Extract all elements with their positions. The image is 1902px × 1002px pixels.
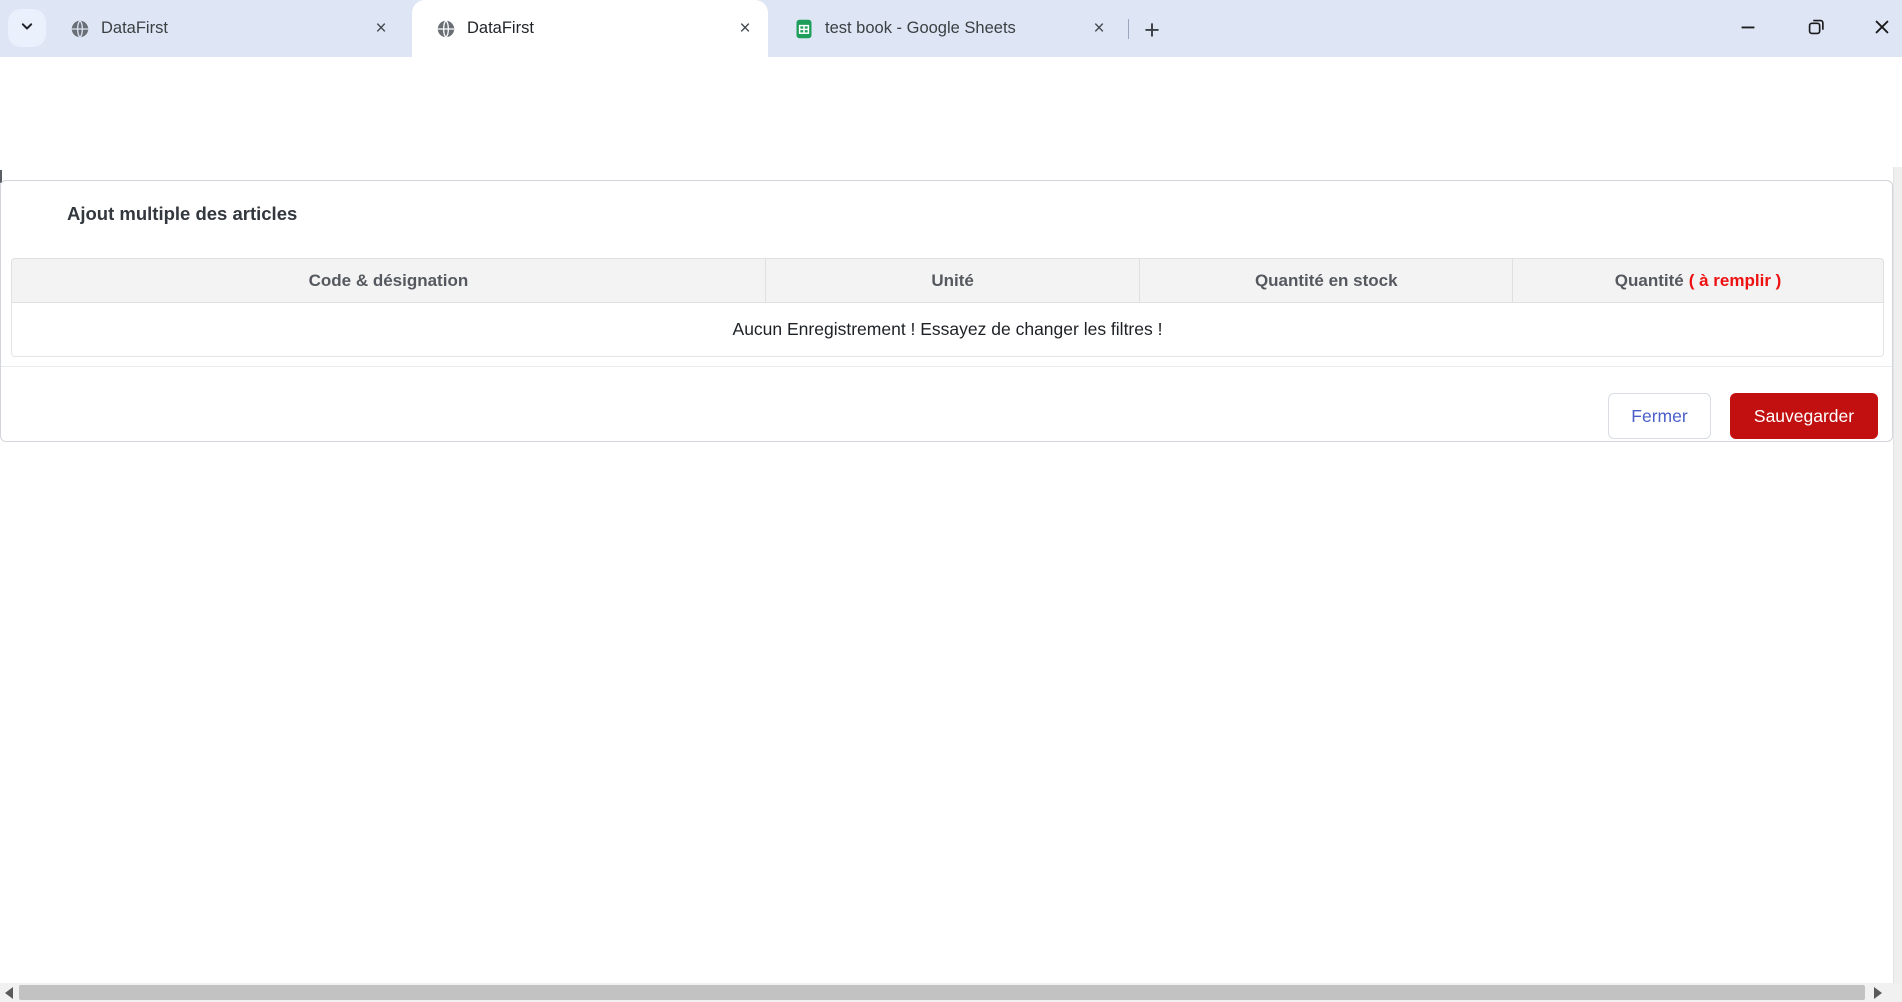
tab-separator: [1128, 19, 1129, 39]
tab-strip: DataFirst × DataFirst × test book - Goog…: [0, 0, 1902, 57]
tab-close-icon[interactable]: ×: [732, 16, 758, 42]
window-restore-button[interactable]: [1796, 10, 1836, 48]
window-close-button[interactable]: [1862, 10, 1902, 48]
quantity-required-hint: ( à remplir ): [1688, 270, 1782, 290]
column-header-quantity: Quantité( à remplir ): [1513, 258, 1884, 303]
bookmarks-bar: Tous les favoris: [0, 110, 1902, 268]
dialog-footer: Fermer Sauvegarder: [1608, 393, 1878, 439]
articles-table: Code & désignation Unité Quantité en sto…: [11, 258, 1884, 357]
tab-close-icon[interactable]: ×: [1086, 16, 1112, 42]
tab-datafirst-2-active[interactable]: DataFirst ×: [412, 0, 768, 57]
tab-google-sheets[interactable]: test book - Google Sheets ×: [780, 0, 1118, 57]
tab-title: DataFirst: [467, 19, 534, 37]
column-header-unit: Unité: [765, 258, 1141, 303]
new-tab-button[interactable]: +: [1134, 12, 1170, 48]
table-empty-row: Aucun Enregistrement ! Essayez de change…: [11, 303, 1884, 357]
restore-icon: [1805, 16, 1827, 43]
tab-close-icon[interactable]: ×: [368, 16, 394, 42]
globe-icon: [70, 19, 90, 39]
close-dialog-button[interactable]: Fermer: [1608, 393, 1711, 439]
tab-title: DataFirst: [101, 19, 168, 37]
window-minimize-button[interactable]: [1728, 10, 1768, 48]
tab-title: test book - Google Sheets: [825, 19, 1016, 37]
add-articles-dialog: Ajout multiple des articles Code & désig…: [0, 180, 1893, 442]
page-background: Ajout multiple des articles Code & désig…: [0, 167, 1902, 983]
quantity-label: Quantité: [1614, 270, 1684, 290]
column-header-stock: Quantité en stock: [1140, 258, 1514, 303]
dialog-title: Ajout multiple des articles: [67, 203, 298, 224]
minimize-icon: [1737, 16, 1759, 43]
google-sheets-icon: [794, 19, 814, 39]
table-header-row: Code & désignation Unité Quantité en sto…: [11, 258, 1884, 303]
column-header-code: Code & désignation: [11, 258, 766, 303]
browser-toolbar: bba.swalis.alpha-dis.com/app/gestion-ach…: [0, 57, 1902, 162]
tab-search-button[interactable]: [8, 9, 46, 47]
globe-icon: [436, 19, 456, 39]
vertical-scrollbar-track[interactable]: [1893, 167, 1902, 983]
tab-datafirst-1[interactable]: DataFirst ×: [58, 0, 400, 57]
scroll-right-arrow[interactable]: [1874, 987, 1882, 999]
close-icon: [1871, 16, 1893, 43]
chevron-down-icon: [17, 16, 37, 41]
empty-state-message: Aucun Enregistrement ! Essayez de change…: [11, 303, 1884, 357]
footer-divider: [1, 366, 1892, 367]
scroll-left-arrow[interactable]: [5, 987, 13, 999]
horizontal-scrollbar-thumb[interactable]: [19, 985, 1865, 1000]
save-button[interactable]: Sauvegarder: [1730, 393, 1878, 439]
